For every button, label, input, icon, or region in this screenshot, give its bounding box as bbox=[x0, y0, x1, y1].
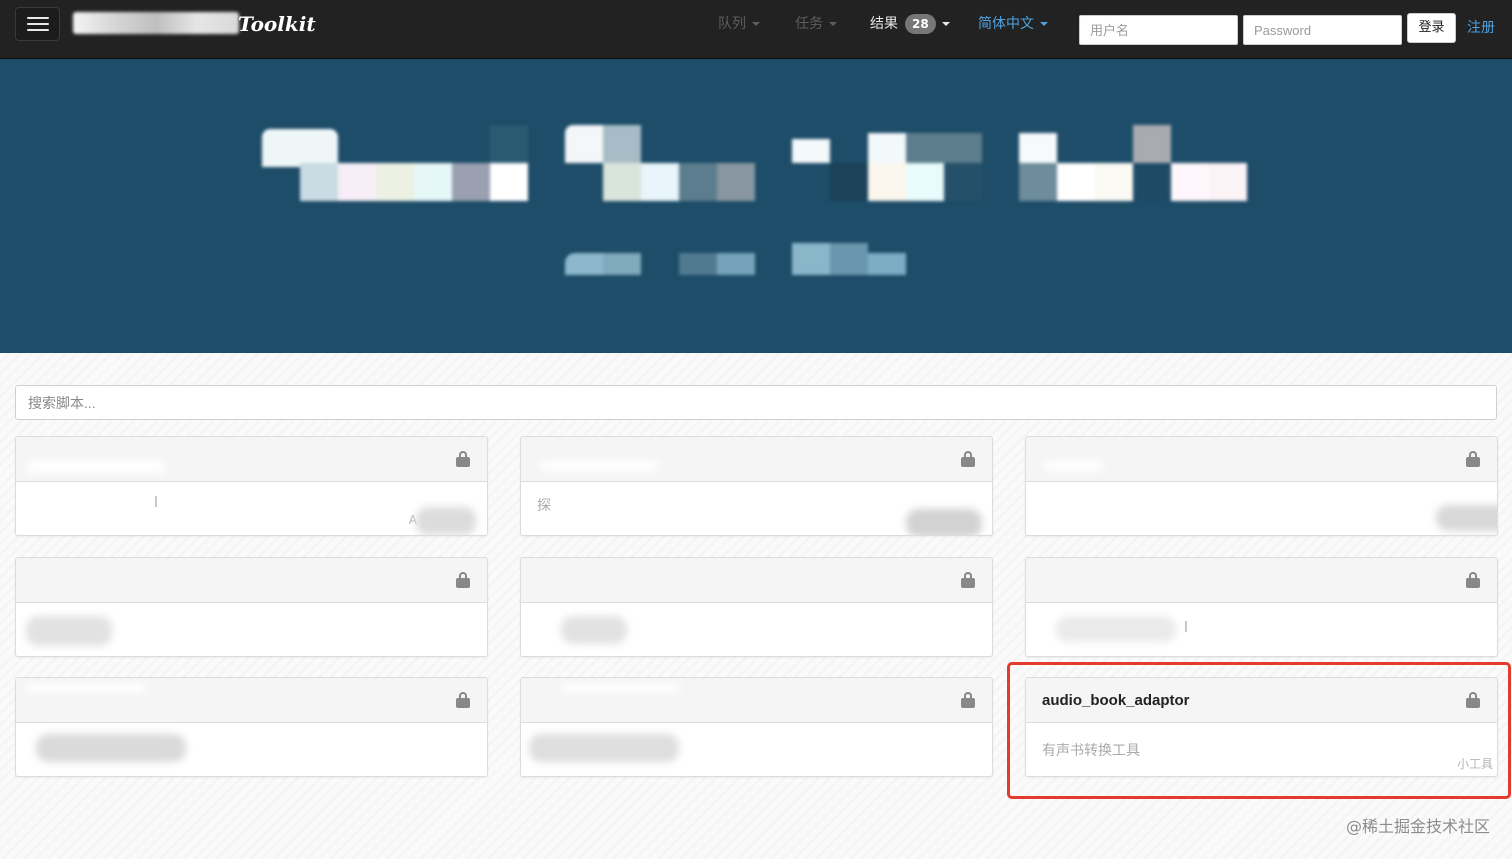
redacted-title bbox=[561, 684, 681, 692]
redacted-description bbox=[36, 734, 186, 762]
caret-down-icon bbox=[1040, 22, 1048, 26]
redacted-title bbox=[1044, 461, 1104, 471]
card-header bbox=[521, 437, 992, 482]
script-card[interactable] bbox=[1025, 436, 1498, 536]
redacted-description bbox=[1056, 616, 1176, 642]
redacted-description bbox=[561, 616, 627, 644]
queue-dropdown[interactable]: 队列 bbox=[718, 12, 760, 36]
hamburger-menu-button[interactable] bbox=[15, 7, 60, 41]
lock-icon bbox=[1466, 451, 1480, 467]
lock-icon bbox=[961, 572, 975, 588]
password-input[interactable] bbox=[1243, 15, 1402, 45]
lock-icon bbox=[456, 572, 470, 588]
language-dropdown[interactable]: 简体中文 bbox=[978, 12, 1048, 36]
script-card[interactable] bbox=[15, 557, 488, 657]
script-card[interactable] bbox=[15, 677, 488, 777]
script-card[interactable]: 探 bbox=[520, 436, 993, 536]
brand-logo-redacted[interactable] bbox=[73, 12, 239, 34]
caret-down-icon bbox=[829, 22, 837, 26]
username-input[interactable] bbox=[1079, 15, 1238, 45]
script-card-audio-book-adaptor[interactable]: audio_book_adaptor 有声书转换工具 小工具 bbox=[1025, 677, 1498, 777]
redacted-tag bbox=[906, 509, 982, 535]
card-header bbox=[1026, 437, 1497, 482]
tasks-dropdown[interactable]: 任务 bbox=[795, 12, 837, 36]
lock-icon bbox=[1466, 572, 1480, 588]
watermark: @稀土掘金技术社区 bbox=[1345, 817, 1490, 836]
card-description: 有声书转换工具 bbox=[1042, 743, 1140, 759]
card-header bbox=[16, 678, 487, 723]
caret-down-icon bbox=[941, 22, 950, 26]
card-description: l bbox=[1184, 620, 1188, 636]
script-card[interactable] bbox=[520, 557, 993, 657]
top-navbar: Toolkit 队列 任务 结果 28 简体中文 登录 注册 bbox=[0, 0, 1512, 59]
lock-icon bbox=[456, 451, 470, 467]
lock-icon bbox=[961, 692, 975, 708]
hamburger-line bbox=[26, 17, 49, 19]
card-header bbox=[1026, 558, 1497, 603]
register-link[interactable]: 注册 bbox=[1467, 17, 1495, 39]
hamburger-line bbox=[26, 23, 49, 25]
hero-title-redacted bbox=[0, 59, 1512, 353]
card-title: audio_book_adaptor bbox=[1042, 692, 1190, 709]
hero-banner bbox=[0, 59, 1512, 353]
login-button[interactable]: 登录 bbox=[1407, 13, 1456, 43]
redacted-description bbox=[26, 616, 112, 646]
redacted-tag bbox=[416, 507, 476, 535]
caret-down-icon bbox=[752, 22, 760, 26]
lock-icon bbox=[961, 451, 975, 467]
card-header: audio_book_adaptor bbox=[1026, 678, 1497, 723]
card-header bbox=[16, 437, 487, 482]
card-category: 小工具 bbox=[1456, 757, 1493, 771]
results-count-badge: 28 bbox=[905, 14, 936, 34]
redacted-title bbox=[539, 461, 659, 471]
script-card[interactable] bbox=[520, 677, 993, 777]
redacted-tag bbox=[1436, 505, 1497, 531]
script-search-input[interactable] bbox=[15, 385, 1497, 420]
results-label: 结果 bbox=[870, 16, 898, 32]
card-header bbox=[16, 558, 487, 603]
card-description: 探 bbox=[537, 498, 551, 514]
queue-label: 队列 bbox=[718, 16, 746, 32]
script-card[interactable]: ​​l A bbox=[15, 436, 488, 536]
card-header bbox=[521, 558, 992, 603]
redacted-description bbox=[529, 734, 679, 762]
card-header bbox=[521, 678, 992, 723]
brand-logo-text[interactable]: Toolkit bbox=[238, 9, 316, 39]
script-card[interactable]: l bbox=[1025, 557, 1498, 657]
lock-icon bbox=[1466, 692, 1480, 708]
card-description: ​​l bbox=[154, 495, 158, 511]
hamburger-line bbox=[26, 29, 49, 31]
language-label: 简体中文 bbox=[978, 16, 1034, 32]
redacted-title bbox=[26, 684, 146, 692]
redacted-title bbox=[26, 461, 166, 473]
lock-icon bbox=[456, 692, 470, 708]
results-dropdown[interactable]: 结果 28 bbox=[870, 12, 950, 36]
tasks-label: 任务 bbox=[795, 16, 823, 32]
